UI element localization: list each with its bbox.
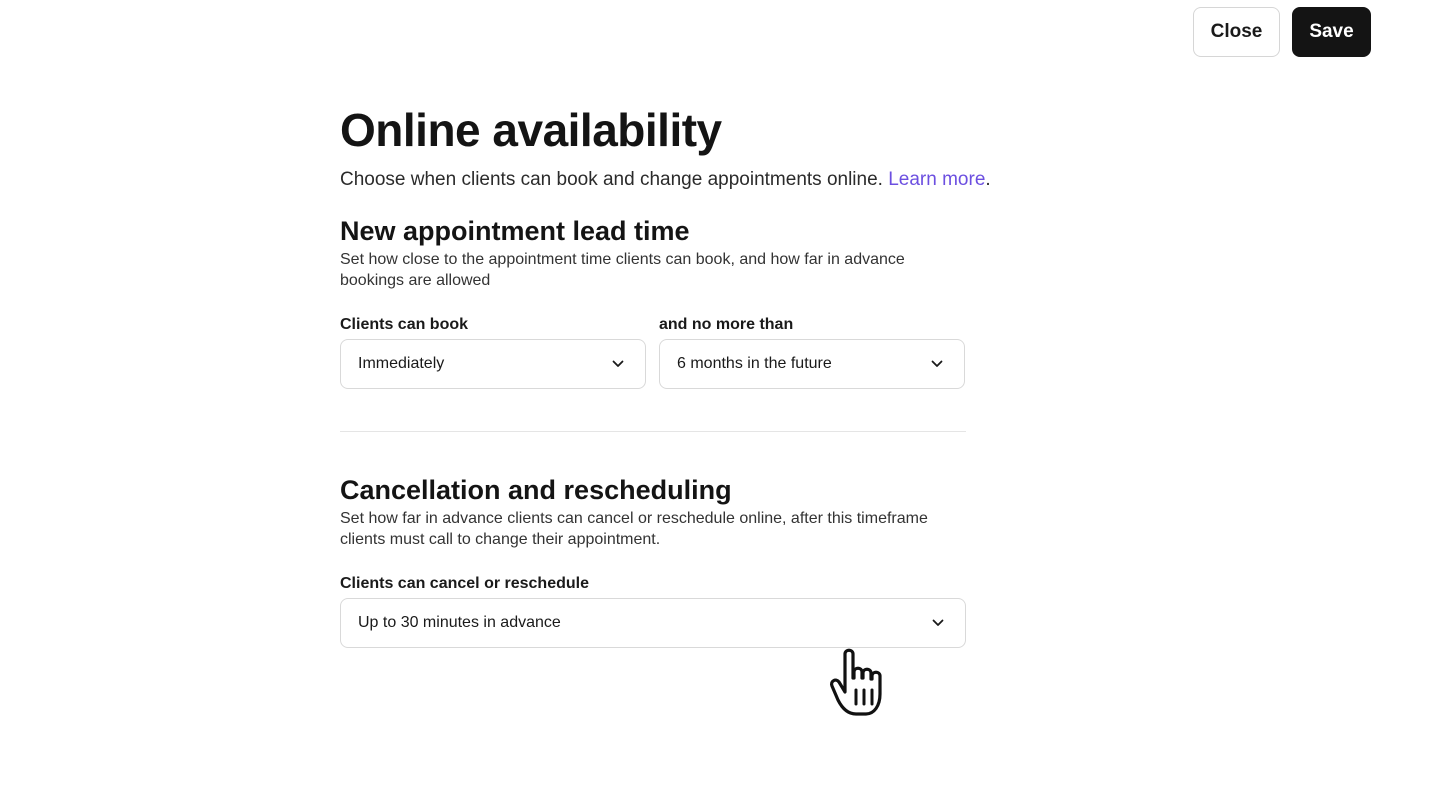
clients-can-book-label: Clients can book xyxy=(340,316,469,333)
lead-time-title: New appointment lead time xyxy=(340,216,690,246)
no-more-than-select[interactable]: 6 months in the future xyxy=(659,339,965,389)
learn-more-link[interactable]: Learn more xyxy=(888,169,985,190)
no-more-than-field: and no more than 6 months in the future xyxy=(659,315,965,389)
hand-pointer-icon xyxy=(826,640,908,724)
cancellation-section: Cancellation and rescheduling Set how fa… xyxy=(340,473,966,648)
subtitle-text: Choose when clients can book and change … xyxy=(340,169,883,190)
chevron-down-icon xyxy=(611,357,625,371)
page-subtitle: Choose when clients can book and change … xyxy=(340,166,991,194)
no-more-than-label: and no more than xyxy=(659,316,794,333)
cancellation-description: Set how far in advance clients can cance… xyxy=(340,510,928,548)
cancel-or-reschedule-value: Up to 30 minutes in advance xyxy=(358,614,561,631)
clients-can-book-select[interactable]: Immediately xyxy=(340,339,646,389)
cancel-or-reschedule-label: Clients can cancel or reschedule xyxy=(340,575,589,592)
lead-time-section: New appointment lead time Set how close … xyxy=(340,214,966,389)
subtitle-period: . xyxy=(985,169,991,190)
page-title: Online availability xyxy=(340,104,722,156)
chevron-down-icon xyxy=(931,616,945,630)
top-actions: Close Save xyxy=(1193,7,1371,57)
lead-time-description: Set how close to the appointment time cl… xyxy=(340,251,905,289)
cancellation-title: Cancellation and rescheduling xyxy=(340,475,732,505)
no-more-than-value: 6 months in the future xyxy=(677,355,832,372)
section-divider xyxy=(340,431,966,432)
save-button[interactable]: Save xyxy=(1292,7,1371,57)
chevron-down-icon xyxy=(930,357,944,371)
clients-can-book-field: Clients can book Immediately xyxy=(340,315,646,389)
lead-time-fields: Clients can book Immediately and no more… xyxy=(340,315,966,389)
cancel-or-reschedule-field: Clients can cancel or reschedule Up to 3… xyxy=(340,574,966,648)
availability-form: Online availability Choose when clients … xyxy=(340,100,991,648)
clients-can-book-value: Immediately xyxy=(358,355,445,372)
close-button[interactable]: Close xyxy=(1193,7,1280,57)
